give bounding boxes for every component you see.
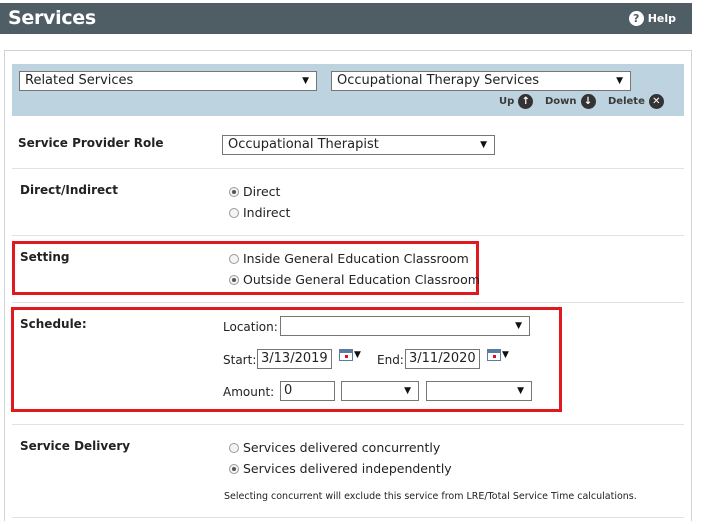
move-up-button[interactable]: Up ↑ xyxy=(499,94,534,109)
calendar-icon[interactable] xyxy=(487,349,501,361)
close-icon[interactable]: ✕ xyxy=(648,94,664,109)
service-category-select[interactable]: Related Services ▼ xyxy=(19,71,317,91)
chevron-down-icon[interactable]: ▼ xyxy=(354,350,361,360)
radio-button[interactable] xyxy=(229,253,239,264)
amount-label: Amount: xyxy=(223,385,275,399)
help-label[interactable]: Help xyxy=(648,3,676,34)
divider xyxy=(12,517,684,518)
question-circle-icon[interactable]: ? xyxy=(628,11,644,26)
arrow-up-icon[interactable]: ↑ xyxy=(518,94,534,109)
provider-role-value: Occupational Therapist xyxy=(228,137,379,152)
period-select[interactable]: ▼ xyxy=(426,381,532,401)
service-type-value: Occupational Therapy Services xyxy=(337,73,539,88)
up-label[interactable]: Up xyxy=(499,96,514,107)
help-link[interactable]: ? Help xyxy=(628,3,676,34)
radio-option-direct[interactable]: Direct xyxy=(229,184,280,199)
start-date-input[interactable]: 3/13/2019 xyxy=(257,349,332,369)
page-title: Services xyxy=(8,7,96,29)
radio-label[interactable]: Direct xyxy=(243,184,280,199)
service-delivery-label: Service Delivery xyxy=(20,439,131,453)
move-down-button[interactable]: Down ↓ xyxy=(545,94,596,109)
provider-role-select[interactable]: Occupational Therapist ▼ xyxy=(222,135,495,155)
divider xyxy=(12,302,684,303)
chevron-down-icon: ▼ xyxy=(302,76,309,86)
radio-button[interactable] xyxy=(229,186,239,197)
amount-input[interactable]: 0 xyxy=(280,381,335,401)
divider xyxy=(12,235,684,236)
radio-option-concurrent[interactable]: Services delivered concurrently xyxy=(229,440,440,455)
radio-label[interactable]: Indirect xyxy=(243,205,290,220)
radio-button[interactable] xyxy=(229,463,239,474)
divider xyxy=(12,168,684,169)
chevron-down-icon: ▼ xyxy=(404,386,411,396)
divider xyxy=(12,424,684,425)
radio-button[interactable] xyxy=(229,442,239,453)
radio-label[interactable]: Outside General Education Classroom xyxy=(243,272,480,287)
calendar-icon[interactable] xyxy=(339,349,353,361)
chevron-down-icon: ▼ xyxy=(480,140,487,150)
service-category-value: Related Services xyxy=(25,73,134,88)
service-delivery-note: Selecting concurrent will exclude this s… xyxy=(224,491,637,502)
service-type-select[interactable]: Occupational Therapy Services ▼ xyxy=(331,71,631,91)
direct-indirect-label: Direct/Indirect xyxy=(20,183,118,197)
radio-label[interactable]: Services delivered independently xyxy=(243,461,452,476)
page-header: Services ? Help xyxy=(0,3,692,34)
chevron-down-icon[interactable]: ▼ xyxy=(502,350,509,360)
delete-label[interactable]: Delete xyxy=(608,96,645,107)
arrow-down-icon[interactable]: ↓ xyxy=(580,94,596,109)
frequency-select[interactable]: ▼ xyxy=(341,381,419,401)
down-label[interactable]: Down xyxy=(545,96,577,107)
radio-label[interactable]: Services delivered concurrently xyxy=(243,440,440,455)
location-select[interactable]: ▼ xyxy=(280,316,530,336)
end-label: End: xyxy=(377,353,404,367)
chevron-down-icon: ▼ xyxy=(515,321,522,331)
location-label: Location: xyxy=(223,320,278,334)
provider-role-label: Service Provider Role xyxy=(18,136,164,150)
chevron-down-icon: ▼ xyxy=(517,386,524,396)
start-label: Start: xyxy=(223,353,257,367)
radio-label[interactable]: Inside General Education Classroom xyxy=(243,251,469,266)
end-date-picker[interactable]: ▼ xyxy=(487,349,509,361)
chevron-down-icon: ▼ xyxy=(616,76,623,86)
setting-label: Setting xyxy=(20,250,70,264)
delete-button[interactable]: Delete ✕ xyxy=(608,94,664,109)
radio-button[interactable] xyxy=(229,207,239,218)
schedule-label: Schedule: xyxy=(20,317,87,331)
radio-option-indirect[interactable]: Indirect xyxy=(229,205,290,220)
radio-option-inside-classroom[interactable]: Inside General Education Classroom xyxy=(229,251,469,266)
radio-button[interactable] xyxy=(229,274,239,285)
radio-option-independent[interactable]: Services delivered independently xyxy=(229,461,452,476)
start-date-picker[interactable]: ▼ xyxy=(339,349,361,361)
end-date-input[interactable]: 3/11/2020 xyxy=(405,349,480,369)
radio-option-outside-classroom[interactable]: Outside General Education Classroom xyxy=(229,272,480,287)
